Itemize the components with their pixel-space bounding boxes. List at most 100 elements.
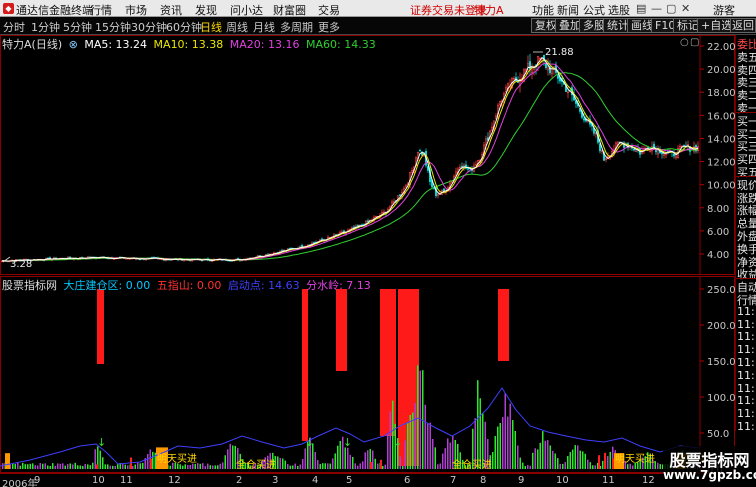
red-small-bar bbox=[612, 458, 614, 469]
volume-bar bbox=[344, 447, 346, 469]
date-axis-label: 11 bbox=[602, 475, 615, 486]
menu-item-function[interactable]: 功能 bbox=[532, 2, 554, 18]
date-axis-label: 11 bbox=[120, 475, 133, 486]
volume-bar bbox=[319, 464, 321, 469]
menu-item-quotes[interactable]: 行情 bbox=[90, 2, 112, 18]
date-axis-label: 5 bbox=[346, 475, 353, 486]
volume-bar bbox=[332, 458, 334, 469]
candle-body bbox=[678, 145, 681, 150]
tab-weekly[interactable]: 周线 bbox=[226, 19, 248, 35]
volume-bar bbox=[417, 365, 419, 469]
volume-bar bbox=[479, 398, 481, 469]
volume-bar bbox=[329, 463, 331, 469]
tab-15min[interactable]: 15分钟 bbox=[95, 19, 131, 35]
volume-bar bbox=[209, 465, 211, 469]
volume-bar bbox=[44, 463, 46, 469]
volume-bar bbox=[219, 463, 221, 469]
tab-multi-period[interactable]: 多周期 bbox=[280, 19, 313, 35]
minimize-icon[interactable]: — bbox=[651, 2, 662, 15]
menu-item-discover[interactable]: 发现 bbox=[195, 2, 217, 18]
back-button[interactable]: 返回 bbox=[730, 18, 756, 33]
menu-item-formula[interactable]: 公式 bbox=[583, 2, 605, 18]
volume-bar bbox=[562, 463, 564, 469]
volume-bar bbox=[519, 457, 521, 469]
tab-more[interactable]: 更多 bbox=[318, 19, 340, 35]
close-icon[interactable]: ✕ bbox=[681, 2, 690, 15]
volume-bar bbox=[497, 426, 499, 469]
menu-item-wealth[interactable]: 财富圈 bbox=[273, 2, 306, 18]
volume-bar bbox=[67, 464, 69, 469]
tab-timeshare[interactable]: 分时 bbox=[3, 19, 25, 35]
volume-bar bbox=[62, 463, 64, 469]
app-title: 通达信金融终端 bbox=[16, 4, 93, 17]
settings-icon[interactable]: ▤ bbox=[636, 2, 646, 15]
tab-60min[interactable]: 60分钟 bbox=[166, 19, 202, 35]
chart-expand-icon[interactable]: ▢ bbox=[690, 37, 699, 48]
candle-body bbox=[398, 194, 401, 196]
date-axis-label: 3 bbox=[272, 475, 279, 486]
volume-bar bbox=[449, 442, 451, 469]
tab-daily[interactable]: 日线 bbox=[200, 19, 222, 35]
volume-bar bbox=[207, 463, 209, 469]
volume-bar bbox=[212, 465, 214, 469]
tab-30min[interactable]: 30分钟 bbox=[131, 19, 167, 35]
candle-body bbox=[674, 155, 677, 158]
volume-bar bbox=[499, 423, 501, 469]
buy-signal-label: 全仓买进 bbox=[452, 458, 492, 471]
maximize-icon[interactable]: ▢ bbox=[666, 2, 676, 15]
down-arrow-icon: ↓ bbox=[305, 436, 314, 449]
main-y-tick-label: 14.00 bbox=[707, 134, 735, 145]
indicator-item-build: 大庄建仓区: 0.00 bbox=[63, 279, 151, 292]
indicator-y-tick-label: 250.0 bbox=[707, 285, 735, 296]
candle-body bbox=[582, 118, 585, 121]
tab-5min[interactable]: 5分钟 bbox=[63, 19, 92, 35]
signal-bar bbox=[380, 289, 396, 436]
volume-bar bbox=[132, 466, 134, 469]
menu-item-pick[interactable]: 选股 bbox=[608, 2, 630, 18]
menu-item-market[interactable]: 市场 bbox=[125, 2, 147, 18]
main-y-tick-label: 12.00 bbox=[707, 158, 735, 169]
menu-item-headlines[interactable]: 新闻 bbox=[557, 2, 579, 18]
date-axis-label: 12 bbox=[168, 475, 181, 486]
volume-bar bbox=[217, 465, 219, 469]
ma5-line bbox=[1, 56, 699, 262]
indicator-name: 股票指标网 bbox=[2, 279, 57, 292]
date-axis-label: 4 bbox=[312, 475, 319, 486]
chart-toggle-icon[interactable]: ⊗ bbox=[69, 38, 78, 51]
menu-item-news[interactable]: 资讯 bbox=[160, 2, 182, 18]
volume-bar bbox=[609, 451, 611, 469]
indicator-y-tick-label: 100.0 bbox=[707, 393, 735, 404]
volume-bar bbox=[492, 452, 494, 469]
volume-bar bbox=[377, 463, 379, 469]
tab-1min[interactable]: 1分钟 bbox=[31, 19, 60, 35]
volume-bar bbox=[542, 431, 544, 469]
candle-body bbox=[526, 62, 529, 67]
volume-bar bbox=[279, 457, 281, 469]
volume-bar bbox=[32, 463, 34, 469]
indicator-chart[interactable]: 250.0200.0150.0100.050.00.0↓↓↓↓明天买进全仓买进全… bbox=[0, 276, 735, 473]
volume-bar bbox=[584, 453, 586, 469]
volume-bar bbox=[187, 465, 189, 469]
kline-chart[interactable]: 22.00 20.00 18.00 16.00 14.00 12.00 10.00 8.00 6… bbox=[0, 35, 735, 275]
menu-item-trade[interactable]: 交易 bbox=[318, 2, 340, 18]
candle-body bbox=[544, 63, 547, 68]
high-price-label: 21.88 bbox=[545, 47, 574, 58]
volume-bar bbox=[152, 451, 154, 469]
volume-bar bbox=[124, 464, 126, 469]
volume-bar bbox=[49, 465, 51, 469]
volume-bar bbox=[389, 411, 391, 469]
volume-bar bbox=[374, 458, 376, 469]
volume-bar bbox=[494, 436, 496, 469]
volume-bar bbox=[189, 464, 191, 469]
indicator-y-tick-label: 50.0 bbox=[707, 429, 729, 440]
volume-bar bbox=[382, 465, 384, 469]
chart-settings-icon[interactable]: ○ bbox=[680, 37, 689, 48]
menu-item-ask[interactable]: 问小达 bbox=[230, 2, 263, 18]
volume-bar bbox=[127, 465, 129, 469]
volume-bar bbox=[77, 465, 79, 469]
tab-monthly[interactable]: 月线 bbox=[253, 19, 275, 35]
candle-body bbox=[404, 185, 407, 188]
volume-bar bbox=[537, 449, 539, 469]
ma5-label: MA5: 13.24 bbox=[84, 38, 148, 51]
user-label[interactable]: 游客 bbox=[713, 2, 735, 18]
